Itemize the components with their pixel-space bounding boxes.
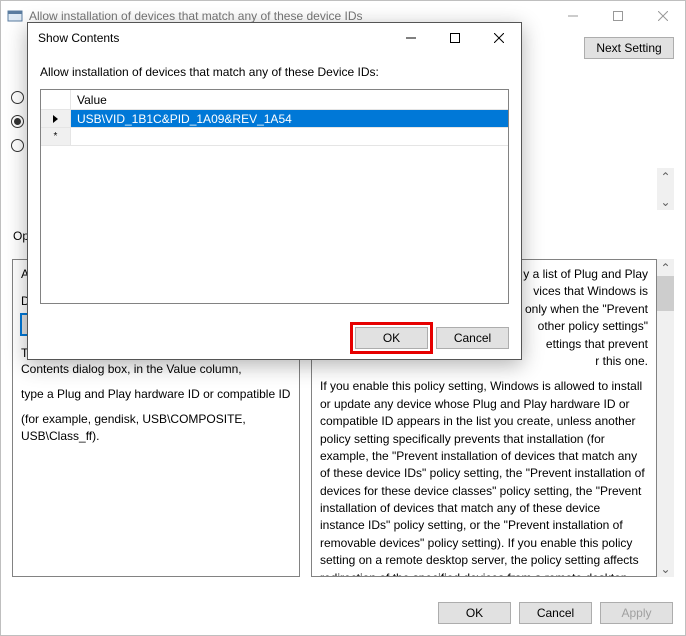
maximize-button[interactable]: [595, 1, 640, 31]
scroll-up-icon[interactable]: ⌃: [657, 259, 674, 276]
grid-selector-header: [41, 90, 71, 110]
dialog-minimize-button[interactable]: [389, 23, 433, 53]
grid-row[interactable]: *: [41, 128, 508, 146]
dialog-label: Allow installation of devices that match…: [28, 53, 521, 85]
radio-enabled[interactable]: [11, 115, 24, 128]
radio-disabled[interactable]: [11, 139, 24, 152]
main-apply-button[interactable]: Apply: [600, 602, 673, 624]
options-line-4: Contents dialog box, in the Value column…: [21, 361, 291, 378]
scroll-up-icon[interactable]: ⌃: [657, 168, 674, 185]
scroll-down-icon[interactable]: ⌄: [657, 560, 674, 577]
scrollbar-thumb[interactable]: [657, 276, 674, 311]
options-line-5: type a Plug and Play hardware ID or comp…: [21, 386, 291, 403]
grid-cell-value[interactable]: [71, 128, 508, 146]
show-contents-dialog: Show Contents Allow installation of devi…: [27, 22, 522, 360]
new-row-icon: *: [54, 131, 58, 142]
current-row-icon: [53, 115, 58, 123]
main-ok-button[interactable]: OK: [438, 602, 511, 624]
options-line-6: (for example, gendisk, USB\COMPOSITE, US…: [21, 411, 291, 445]
dialog-cancel-button[interactable]: Cancel: [436, 327, 509, 349]
grid-row[interactable]: USB\VID_1B1C&PID_1A09&REV_1A54: [41, 110, 508, 128]
policy-icon: [7, 8, 23, 24]
minimize-button[interactable]: [550, 1, 595, 31]
window-title: Allow installation of devices that match…: [29, 9, 550, 23]
grid-value-header[interactable]: Value: [71, 90, 508, 110]
dialog-maximize-button[interactable]: [433, 23, 477, 53]
radio-not-configured[interactable]: [11, 91, 24, 104]
value-grid[interactable]: Value USB\VID_1B1C&PID_1A09&REV_1A54 *: [40, 89, 509, 304]
grid-row-selector[interactable]: [41, 110, 71, 128]
dialog-titlebar: Show Contents: [28, 23, 521, 53]
state-radio-group: [11, 91, 24, 152]
next-setting-button[interactable]: Next Setting: [584, 37, 674, 59]
close-button[interactable]: [640, 1, 685, 31]
dialog-close-button[interactable]: [477, 23, 521, 53]
grid-header: Value: [41, 90, 508, 110]
comment-scrollbar[interactable]: ⌃ ⌄: [657, 168, 674, 210]
dialog-window-controls: [389, 23, 521, 53]
help-paragraph-2: If you enable this policy setting, Windo…: [320, 378, 648, 577]
dialog-button-bar: OK Cancel: [355, 327, 509, 349]
main-button-bar: OK Cancel Apply: [1, 591, 685, 635]
help-scrollbar[interactable]: ⌃ ⌄: [657, 259, 674, 577]
dialog-title: Show Contents: [38, 31, 389, 45]
main-window-controls: [550, 1, 685, 31]
scroll-down-icon[interactable]: ⌄: [657, 193, 674, 210]
main-cancel-button[interactable]: Cancel: [519, 602, 592, 624]
grid-row-selector[interactable]: *: [41, 128, 71, 146]
dialog-ok-button[interactable]: OK: [355, 327, 428, 349]
grid-cell-value[interactable]: USB\VID_1B1C&PID_1A09&REV_1A54: [71, 110, 508, 128]
